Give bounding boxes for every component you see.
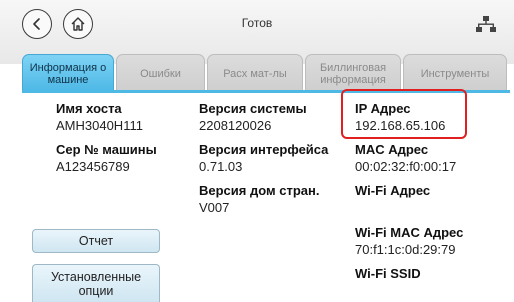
tab-billing-info[interactable]: Биллинговая информация <box>305 54 401 90</box>
tab-machine-info[interactable]: Информация о машине <box>22 54 114 90</box>
mac-address-value: 00:02:32:f0:00:17 <box>355 159 457 174</box>
report-button[interactable]: Отчет <box>32 229 160 253</box>
installed-options-button[interactable]: Установленные опции <box>32 264 160 302</box>
tab-bar: Информация о машине Ошибки Расх мат-лы Б… <box>22 54 509 90</box>
system-version-value: 2208120026 <box>199 118 272 133</box>
serial-value: A123456789 <box>56 159 130 174</box>
host-name-value: AMH3040H111 <box>56 118 143 133</box>
tab-consumables[interactable]: Расх мат-лы <box>207 54 303 90</box>
ip-address-label: IP Адрес <box>355 101 411 116</box>
tab-errors[interactable]: Ошибки <box>116 54 205 90</box>
mac-address-label: MAC Адрес <box>355 142 429 157</box>
tab-tools[interactable]: Инструменты <box>403 54 507 90</box>
wifi-mac-address-value: 70:f1:1c:0d:29:79 <box>355 242 456 257</box>
wifi-address-label: Wi-Fi Адрес <box>355 183 431 198</box>
system-version-label: Версия системы <box>199 101 307 116</box>
wifi-mac-address-label: Wi-Fi MAC Адрес <box>355 225 464 240</box>
serial-label: Сер № машины <box>56 142 157 157</box>
status-title: Готов <box>241 16 273 30</box>
interface-version-label: Версия интерфейса <box>199 142 329 157</box>
wifi-ssid-label: Wi-Fi SSID <box>355 266 421 281</box>
host-name-label: Имя хоста <box>56 101 122 116</box>
home-page-version-label: Версия дом стран. <box>199 183 320 198</box>
network-icon[interactable] <box>476 15 496 33</box>
interface-version-value: 0.71.03 <box>199 159 243 174</box>
home-page-version-value: V007 <box>199 200 230 215</box>
ip-address-value: 192.168.65.106 <box>355 118 446 133</box>
